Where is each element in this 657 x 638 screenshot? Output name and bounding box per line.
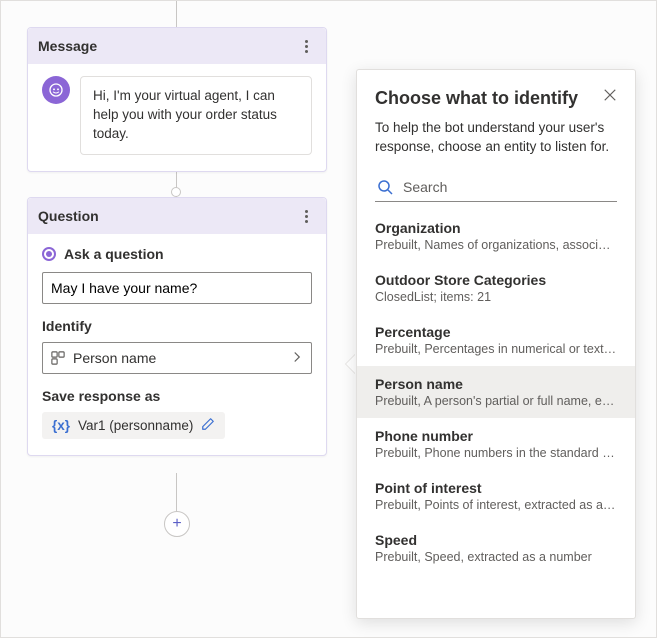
save-response-label: Save response as — [42, 388, 312, 404]
bot-avatar-icon — [42, 76, 70, 104]
entity-picker-panel: Choose what to identify To help the bot … — [356, 69, 636, 619]
panel-description: To help the bot understand your user's r… — [357, 115, 635, 169]
panel-pointer — [346, 354, 356, 374]
entity-search-field[interactable] — [375, 173, 617, 202]
variable-name: Var1 (personname) — [78, 418, 193, 433]
identify-entity-value: Person name — [73, 350, 156, 366]
entity-list[interactable]: Organization Prebuilt, Names of organizat… — [357, 210, 635, 618]
question-node-header[interactable]: Question — [28, 198, 326, 234]
add-node-button[interactable]: + — [164, 511, 190, 537]
entity-item[interactable]: Phone number Prebuilt, Phone numbers in t… — [357, 418, 635, 470]
question-node: Question Ask a question Identify Person … — [27, 197, 327, 456]
entity-item-name: Outdoor Store Categories — [375, 272, 617, 288]
edit-variable-button[interactable] — [201, 417, 215, 434]
ask-question-step: Ask a question — [42, 246, 312, 262]
variable-chip[interactable]: {x} Var1 (personname) — [42, 412, 225, 439]
entity-item-name: Point of interest — [375, 480, 617, 496]
entity-item-desc: Prebuilt, A person's partial or full nam… — [375, 394, 617, 408]
panel-title: Choose what to identify — [375, 88, 578, 109]
question-node-menu-button[interactable] — [296, 206, 316, 226]
entity-item-name: Phone number — [375, 428, 617, 444]
identify-entity-selector[interactable]: Person name — [42, 342, 312, 374]
entity-item[interactable]: Percentage Prebuilt, Percentages in numer… — [357, 314, 635, 366]
identify-label: Identify — [42, 318, 312, 334]
message-node-title: Message — [38, 38, 97, 54]
entity-item-desc: Prebuilt, Speed, extracted as a number — [375, 550, 617, 564]
message-node: Message Hi, I'm your virtual agent, I ca… — [27, 27, 327, 172]
entity-item-desc: Prebuilt, Percentages in numerical or te… — [375, 342, 617, 356]
entity-item-name: Percentage — [375, 324, 617, 340]
question-node-title: Question — [38, 208, 99, 224]
search-icon — [377, 179, 393, 195]
entity-item-desc: Prebuilt, Points of interest, extracted … — [375, 498, 617, 512]
variable-icon: {x} — [52, 418, 70, 433]
ask-question-label: Ask a question — [64, 246, 164, 262]
entity-item-desc: ClosedList; items: 21 — [375, 290, 617, 304]
entity-item[interactable]: Person name Prebuilt, A person's partial … — [357, 366, 635, 418]
message-node-header[interactable]: Message — [28, 28, 326, 64]
entity-search-input[interactable] — [403, 179, 615, 195]
message-bubble[interactable]: Hi, I'm your virtual agent, I can help y… — [80, 76, 312, 155]
entity-item[interactable]: Point of interest Prebuilt, Points of int… — [357, 470, 635, 522]
question-text-input[interactable] — [42, 272, 312, 304]
step-indicator-icon — [42, 247, 56, 261]
entity-item-name: Speed — [375, 532, 617, 548]
entity-item[interactable]: Speed Prebuilt, Speed, extracted as a num… — [357, 522, 635, 574]
entity-icon — [51, 351, 65, 365]
entity-item[interactable]: Outdoor Store Categories ClosedList; item… — [357, 262, 635, 314]
entity-item-desc: Prebuilt, Names of organizations, associ… — [375, 238, 617, 252]
entity-item-name: Organization — [375, 220, 617, 236]
panel-close-button[interactable] — [603, 88, 617, 107]
message-node-menu-button[interactable] — [296, 36, 316, 56]
entity-item[interactable]: Organization Prebuilt, Names of organizat… — [357, 210, 635, 262]
entity-item-desc: Prebuilt, Phone numbers in the standard … — [375, 446, 617, 460]
chevron-right-icon — [291, 350, 303, 366]
entity-item-name: Person name — [375, 376, 617, 392]
